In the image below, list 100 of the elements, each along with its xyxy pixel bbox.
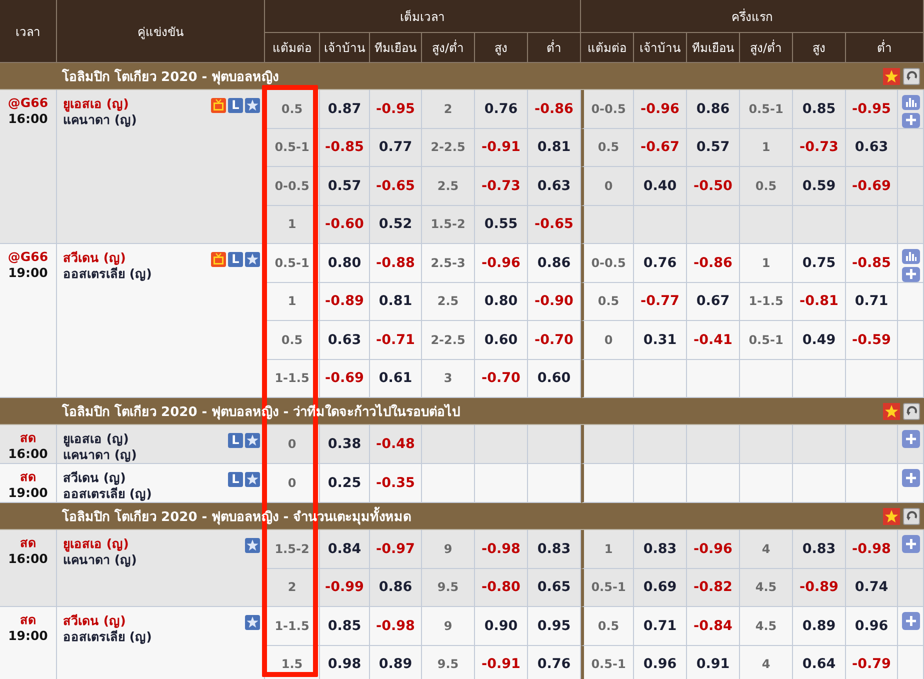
odds-value[interactable]: -0.91 <box>475 646 528 679</box>
star-icon[interactable] <box>245 472 260 487</box>
odds-value[interactable]: 0.89 <box>793 607 846 646</box>
odds-value[interactable]: 0.57 <box>687 128 740 167</box>
odds-value[interactable]: -0.69 <box>846 167 898 206</box>
odds-value[interactable]: -0.65 <box>370 167 422 206</box>
refresh-button[interactable] <box>903 508 920 524</box>
odds-value[interactable]: -0.67 <box>634 128 687 167</box>
odds-value[interactable]: -0.98 <box>846 530 898 568</box>
odds-value[interactable]: 0.98 <box>320 646 370 679</box>
add-button[interactable] <box>902 535 920 553</box>
odds-value[interactable]: 0.67 <box>687 282 740 321</box>
odds-value[interactable]: 0.64 <box>793 646 846 679</box>
add-button[interactable] <box>902 469 920 487</box>
odds-value[interactable]: 0.60 <box>475 321 528 360</box>
add-button[interactable] <box>902 612 920 630</box>
refresh-button[interactable] <box>903 402 920 420</box>
odds-value[interactable]: -0.70 <box>528 321 581 360</box>
live-badge[interactable]: L <box>228 98 243 113</box>
odds-value[interactable]: -0.79 <box>846 646 898 679</box>
star-icon[interactable] <box>245 433 260 448</box>
odds-value[interactable]: 0.76 <box>528 646 581 679</box>
tv-icon[interactable] <box>211 252 226 267</box>
live-badge[interactable]: L <box>228 433 243 448</box>
odds-value[interactable]: 0.85 <box>793 90 846 128</box>
odds-value[interactable]: 0.83 <box>793 530 846 568</box>
match-status: @G66 <box>8 95 48 111</box>
odds-value[interactable]: 0.76 <box>634 244 687 282</box>
odds-value[interactable]: 0.85 <box>320 607 370 646</box>
odds-value[interactable]: 0.63 <box>528 167 581 206</box>
odds-value[interactable]: 0.77 <box>370 128 422 167</box>
stats-button[interactable] <box>902 249 920 264</box>
odds-value[interactable]: -0.95 <box>846 90 898 128</box>
odds-value[interactable]: -0.97 <box>370 530 422 568</box>
odds-value[interactable]: 0.80 <box>320 244 370 282</box>
odds-value[interactable]: 0.71 <box>846 282 898 321</box>
live-badge[interactable]: L <box>228 252 243 267</box>
odds-value[interactable]: 0.90 <box>475 607 528 646</box>
add-button[interactable] <box>902 112 920 128</box>
odds-value[interactable]: -0.73 <box>475 167 528 206</box>
favorite-star-icon[interactable] <box>883 68 900 84</box>
odds-value[interactable]: -0.96 <box>634 90 687 128</box>
star-icon[interactable] <box>245 615 260 630</box>
odds-value[interactable]: 0.63 <box>320 321 370 360</box>
odds-value[interactable]: -0.98 <box>370 607 422 646</box>
odds-value[interactable]: 0.81 <box>528 128 581 167</box>
odds-value[interactable]: 0.87 <box>320 90 370 128</box>
odds-value[interactable]: 0.63 <box>846 128 898 167</box>
odds-value[interactable]: 0.59 <box>793 167 846 206</box>
refresh-button[interactable] <box>903 68 920 84</box>
odds-value[interactable]: 0.80 <box>475 282 528 321</box>
odds-value[interactable]: -0.86 <box>528 90 581 128</box>
odds-value[interactable]: 0.96 <box>846 607 898 646</box>
odds-value[interactable]: -0.90 <box>528 282 581 321</box>
odds-value[interactable]: -0.95 <box>370 90 422 128</box>
odds-value[interactable]: -0.84 <box>687 607 740 646</box>
odds-value[interactable]: -0.89 <box>320 282 370 321</box>
favorite-star-icon[interactable] <box>883 402 900 420</box>
add-button[interactable] <box>902 266 920 282</box>
star-icon[interactable] <box>245 538 260 553</box>
odds-value[interactable]: 0.71 <box>634 607 687 646</box>
odds-value[interactable]: -0.85 <box>320 128 370 167</box>
odds-value[interactable]: 0.40 <box>634 167 687 206</box>
stats-button[interactable] <box>902 95 920 110</box>
odds-value[interactable]: 0.95 <box>528 607 581 646</box>
odds-value[interactable]: -0.59 <box>846 321 898 360</box>
odds-value[interactable]: -0.71 <box>370 321 422 360</box>
odds-value[interactable]: 0.86 <box>687 90 740 128</box>
odds-value[interactable]: 0.86 <box>528 244 581 282</box>
odds-value[interactable]: -0.77 <box>634 282 687 321</box>
refresh-icon <box>906 510 918 522</box>
live-badge[interactable]: L <box>228 472 243 487</box>
odds-value[interactable]: 0.31 <box>634 321 687 360</box>
odds-value[interactable]: -0.96 <box>687 530 740 568</box>
odds-value[interactable]: 0.83 <box>634 530 687 568</box>
odds-value[interactable]: 0.75 <box>793 244 846 282</box>
odds-value[interactable]: 0.96 <box>634 646 687 679</box>
odds-value[interactable]: 0.49 <box>793 321 846 360</box>
odds-value[interactable]: 0.57 <box>320 167 370 206</box>
odds-value[interactable]: 0.81 <box>370 282 422 321</box>
odds-value[interactable]: 0.84 <box>320 530 370 568</box>
odds-value[interactable]: -0.41 <box>687 321 740 360</box>
odds-value[interactable]: 0.91 <box>687 646 740 679</box>
odds-value[interactable]: -0.88 <box>370 244 422 282</box>
tv-icon[interactable] <box>211 98 226 113</box>
star-icon[interactable] <box>245 252 260 267</box>
odds-value[interactable]: -0.96 <box>475 244 528 282</box>
add-button[interactable] <box>902 430 920 448</box>
odds-value[interactable]: 0.76 <box>475 90 528 128</box>
odds-value[interactable]: 0.83 <box>528 530 581 568</box>
odds-value[interactable]: -0.73 <box>793 128 846 167</box>
odds-value[interactable]: -0.98 <box>475 530 528 568</box>
odds-value[interactable]: 0.89 <box>370 646 422 679</box>
star-icon[interactable] <box>245 98 260 113</box>
odds-value[interactable]: -0.81 <box>793 282 846 321</box>
odds-value[interactable]: -0.85 <box>846 244 898 282</box>
odds-value[interactable]: -0.91 <box>475 128 528 167</box>
odds-value[interactable]: -0.86 <box>687 244 740 282</box>
favorite-star-icon[interactable] <box>883 508 900 524</box>
odds-value[interactable]: -0.50 <box>687 167 740 206</box>
